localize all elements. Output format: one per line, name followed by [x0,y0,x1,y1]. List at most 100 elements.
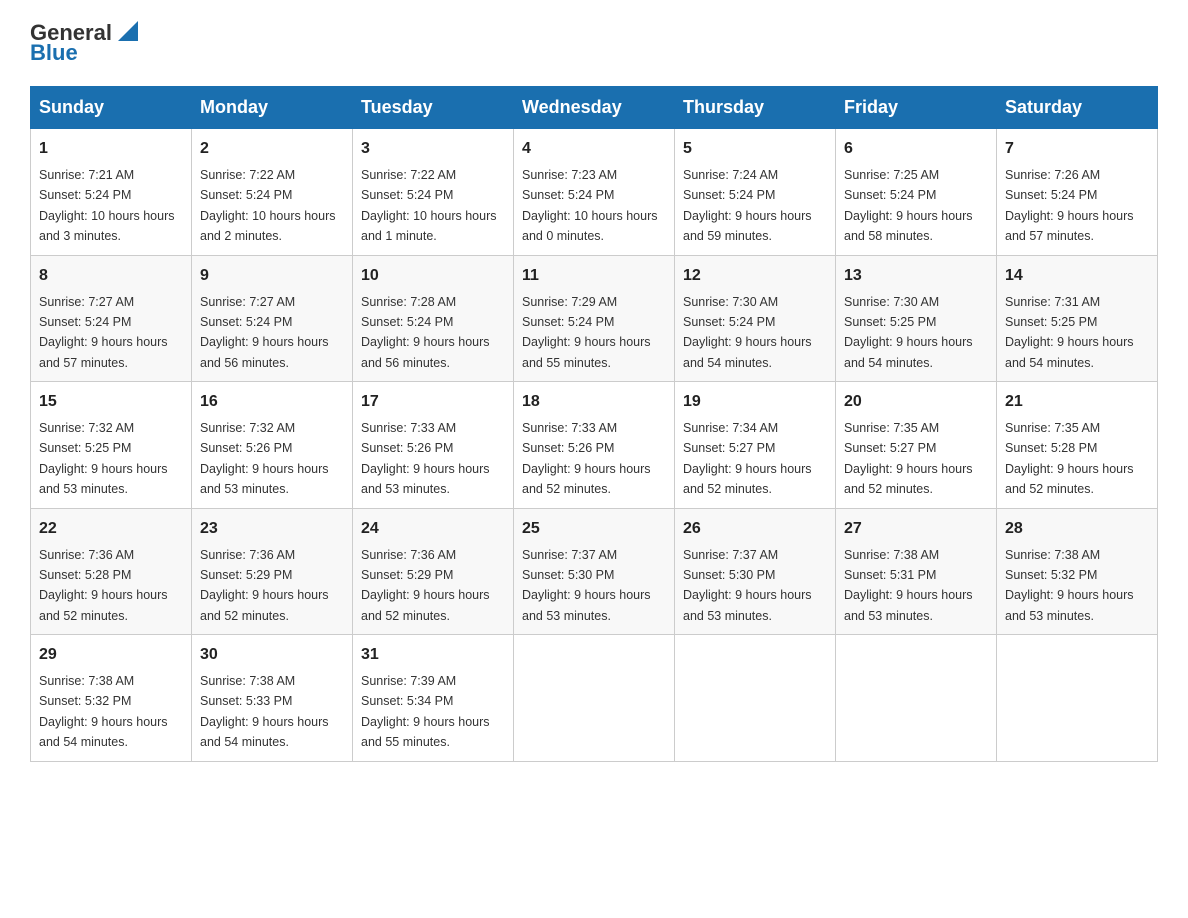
day-number: 14 [1005,264,1149,288]
day-number: 29 [39,643,183,667]
day-header-thursday: Thursday [675,87,836,129]
calendar-cell: 4 Sunrise: 7:23 AMSunset: 5:24 PMDayligh… [514,129,675,256]
day-info: Sunrise: 7:30 AMSunset: 5:24 PMDaylight:… [683,295,812,370]
day-number: 4 [522,137,666,161]
calendar-cell: 17 Sunrise: 7:33 AMSunset: 5:26 PMDaylig… [353,382,514,509]
day-info: Sunrise: 7:31 AMSunset: 5:25 PMDaylight:… [1005,295,1134,370]
calendar-header-row: SundayMondayTuesdayWednesdayThursdayFrid… [31,87,1158,129]
day-number: 28 [1005,517,1149,541]
calendar-cell: 19 Sunrise: 7:34 AMSunset: 5:27 PMDaylig… [675,382,836,509]
day-info: Sunrise: 7:22 AMSunset: 5:24 PMDaylight:… [200,168,336,243]
calendar-cell: 10 Sunrise: 7:28 AMSunset: 5:24 PMDaylig… [353,255,514,382]
calendar-cell: 16 Sunrise: 7:32 AMSunset: 5:26 PMDaylig… [192,382,353,509]
calendar-cell: 7 Sunrise: 7:26 AMSunset: 5:24 PMDayligh… [997,129,1158,256]
day-info: Sunrise: 7:26 AMSunset: 5:24 PMDaylight:… [1005,168,1134,243]
day-info: Sunrise: 7:38 AMSunset: 5:32 PMDaylight:… [39,674,168,749]
calendar-week-row: 8 Sunrise: 7:27 AMSunset: 5:24 PMDayligh… [31,255,1158,382]
logo-triangle-icon [114,17,142,45]
day-info: Sunrise: 7:24 AMSunset: 5:24 PMDaylight:… [683,168,812,243]
day-info: Sunrise: 7:35 AMSunset: 5:28 PMDaylight:… [1005,421,1134,496]
day-info: Sunrise: 7:37 AMSunset: 5:30 PMDaylight:… [522,548,651,623]
calendar-cell: 14 Sunrise: 7:31 AMSunset: 5:25 PMDaylig… [997,255,1158,382]
day-info: Sunrise: 7:22 AMSunset: 5:24 PMDaylight:… [361,168,497,243]
calendar-cell [675,635,836,762]
day-info: Sunrise: 7:36 AMSunset: 5:29 PMDaylight:… [200,548,329,623]
day-number: 20 [844,390,988,414]
day-number: 11 [522,264,666,288]
calendar-cell: 25 Sunrise: 7:37 AMSunset: 5:30 PMDaylig… [514,508,675,635]
day-info: Sunrise: 7:21 AMSunset: 5:24 PMDaylight:… [39,168,175,243]
day-info: Sunrise: 7:34 AMSunset: 5:27 PMDaylight:… [683,421,812,496]
calendar-cell: 26 Sunrise: 7:37 AMSunset: 5:30 PMDaylig… [675,508,836,635]
page-header: General Blue [30,20,1158,66]
day-info: Sunrise: 7:28 AMSunset: 5:24 PMDaylight:… [361,295,490,370]
calendar-cell: 1 Sunrise: 7:21 AMSunset: 5:24 PMDayligh… [31,129,192,256]
logo-text-blue: Blue [30,40,78,66]
calendar-cell: 31 Sunrise: 7:39 AMSunset: 5:34 PMDaylig… [353,635,514,762]
day-number: 30 [200,643,344,667]
day-info: Sunrise: 7:33 AMSunset: 5:26 PMDaylight:… [361,421,490,496]
calendar-cell: 22 Sunrise: 7:36 AMSunset: 5:28 PMDaylig… [31,508,192,635]
calendar-cell: 3 Sunrise: 7:22 AMSunset: 5:24 PMDayligh… [353,129,514,256]
day-number: 31 [361,643,505,667]
day-number: 18 [522,390,666,414]
calendar-week-row: 15 Sunrise: 7:32 AMSunset: 5:25 PMDaylig… [31,382,1158,509]
calendar-cell [514,635,675,762]
day-info: Sunrise: 7:23 AMSunset: 5:24 PMDaylight:… [522,168,658,243]
calendar-cell: 5 Sunrise: 7:24 AMSunset: 5:24 PMDayligh… [675,129,836,256]
day-info: Sunrise: 7:38 AMSunset: 5:32 PMDaylight:… [1005,548,1134,623]
day-header-tuesday: Tuesday [353,87,514,129]
day-number: 10 [361,264,505,288]
day-info: Sunrise: 7:32 AMSunset: 5:26 PMDaylight:… [200,421,329,496]
day-info: Sunrise: 7:36 AMSunset: 5:29 PMDaylight:… [361,548,490,623]
day-number: 7 [1005,137,1149,161]
calendar-cell: 13 Sunrise: 7:30 AMSunset: 5:25 PMDaylig… [836,255,997,382]
logo: General Blue [30,20,142,66]
calendar-cell: 6 Sunrise: 7:25 AMSunset: 5:24 PMDayligh… [836,129,997,256]
day-info: Sunrise: 7:32 AMSunset: 5:25 PMDaylight:… [39,421,168,496]
day-header-friday: Friday [836,87,997,129]
day-number: 23 [200,517,344,541]
calendar-week-row: 22 Sunrise: 7:36 AMSunset: 5:28 PMDaylig… [31,508,1158,635]
day-number: 5 [683,137,827,161]
day-number: 12 [683,264,827,288]
day-info: Sunrise: 7:27 AMSunset: 5:24 PMDaylight:… [39,295,168,370]
day-info: Sunrise: 7:39 AMSunset: 5:34 PMDaylight:… [361,674,490,749]
calendar-cell: 12 Sunrise: 7:30 AMSunset: 5:24 PMDaylig… [675,255,836,382]
day-header-sunday: Sunday [31,87,192,129]
day-info: Sunrise: 7:36 AMSunset: 5:28 PMDaylight:… [39,548,168,623]
day-info: Sunrise: 7:35 AMSunset: 5:27 PMDaylight:… [844,421,973,496]
day-number: 15 [39,390,183,414]
day-info: Sunrise: 7:38 AMSunset: 5:33 PMDaylight:… [200,674,329,749]
day-header-monday: Monday [192,87,353,129]
day-info: Sunrise: 7:37 AMSunset: 5:30 PMDaylight:… [683,548,812,623]
calendar-cell: 11 Sunrise: 7:29 AMSunset: 5:24 PMDaylig… [514,255,675,382]
day-number: 13 [844,264,988,288]
calendar-cell: 18 Sunrise: 7:33 AMSunset: 5:26 PMDaylig… [514,382,675,509]
calendar-cell: 20 Sunrise: 7:35 AMSunset: 5:27 PMDaylig… [836,382,997,509]
day-number: 25 [522,517,666,541]
calendar-week-row: 29 Sunrise: 7:38 AMSunset: 5:32 PMDaylig… [31,635,1158,762]
calendar-cell: 21 Sunrise: 7:35 AMSunset: 5:28 PMDaylig… [997,382,1158,509]
day-number: 26 [683,517,827,541]
day-number: 8 [39,264,183,288]
calendar-cell: 8 Sunrise: 7:27 AMSunset: 5:24 PMDayligh… [31,255,192,382]
day-number: 21 [1005,390,1149,414]
calendar-cell: 15 Sunrise: 7:32 AMSunset: 5:25 PMDaylig… [31,382,192,509]
calendar-cell: 2 Sunrise: 7:22 AMSunset: 5:24 PMDayligh… [192,129,353,256]
day-header-saturday: Saturday [997,87,1158,129]
calendar-table: SundayMondayTuesdayWednesdayThursdayFrid… [30,86,1158,762]
day-number: 19 [683,390,827,414]
calendar-cell [836,635,997,762]
day-info: Sunrise: 7:38 AMSunset: 5:31 PMDaylight:… [844,548,973,623]
day-info: Sunrise: 7:29 AMSunset: 5:24 PMDaylight:… [522,295,651,370]
day-info: Sunrise: 7:25 AMSunset: 5:24 PMDaylight:… [844,168,973,243]
day-number: 3 [361,137,505,161]
calendar-cell: 30 Sunrise: 7:38 AMSunset: 5:33 PMDaylig… [192,635,353,762]
day-number: 2 [200,137,344,161]
calendar-cell [997,635,1158,762]
calendar-cell: 27 Sunrise: 7:38 AMSunset: 5:31 PMDaylig… [836,508,997,635]
day-number: 22 [39,517,183,541]
day-number: 27 [844,517,988,541]
day-info: Sunrise: 7:33 AMSunset: 5:26 PMDaylight:… [522,421,651,496]
